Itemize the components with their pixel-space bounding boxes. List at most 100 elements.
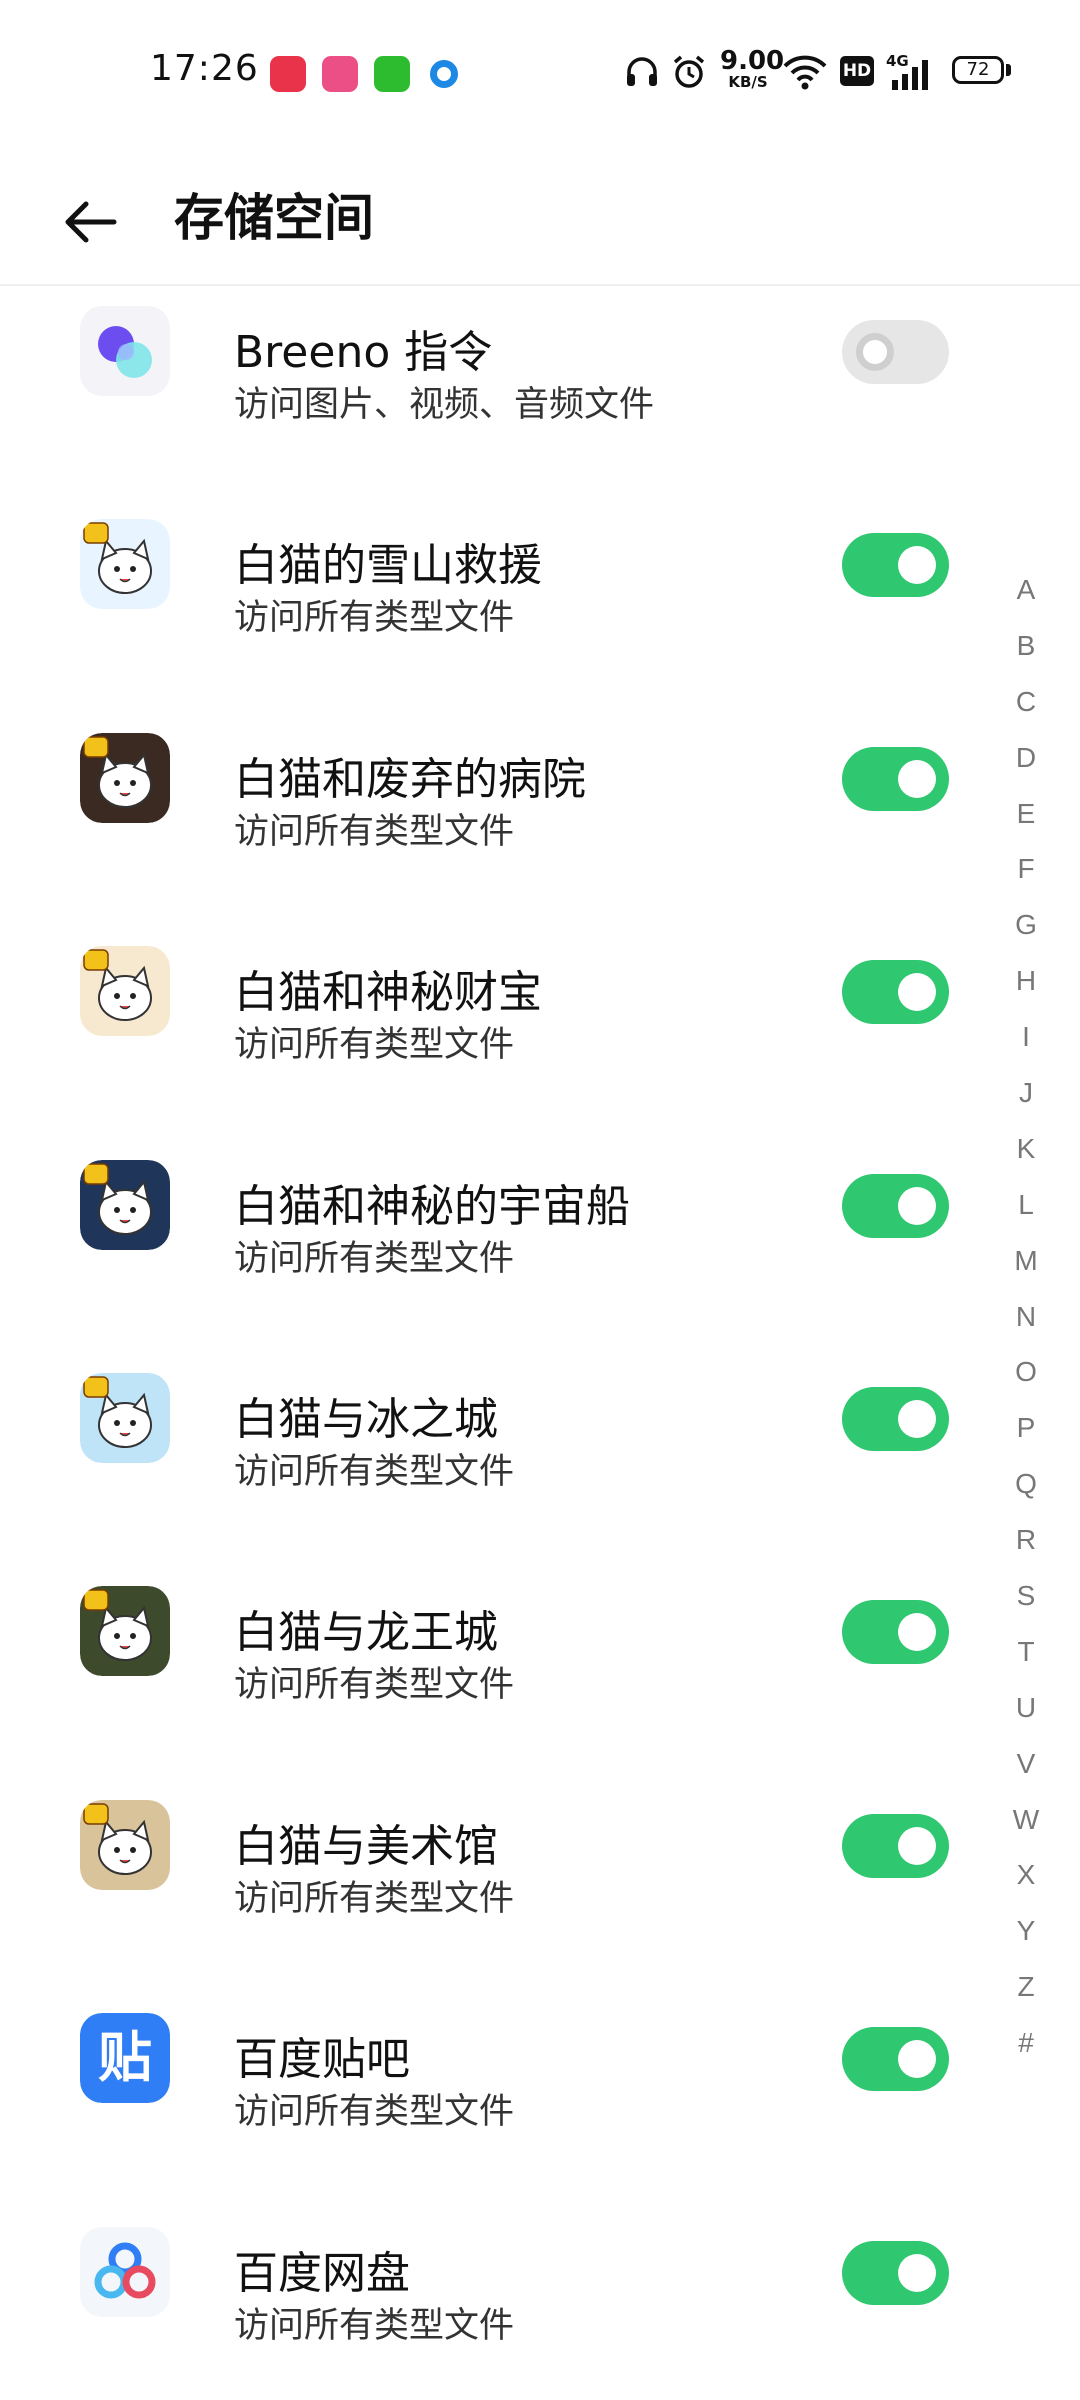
toggle-knob — [898, 1186, 936, 1225]
app-access-description: 访问所有类型文件 — [234, 2305, 515, 2346]
hd-badge: HD — [840, 56, 874, 86]
white-cat-game-icon — [80, 1799, 170, 1890]
white-cat-game-icon — [80, 732, 170, 823]
index-letter[interactable]: T — [1004, 1624, 1048, 1680]
white-cat-game-icon — [80, 1159, 170, 1250]
signal-icon — [892, 60, 928, 90]
app-name: 白猫和神秘的宇宙船 — [234, 1180, 630, 1232]
iqiyi-icon — [374, 56, 410, 92]
app-permission-row[interactable]: 贴 百度贴吧 访问所有类型文件 — [0, 1995, 1000, 2208]
back-button[interactable] — [52, 182, 132, 262]
blue-ring-icon — [430, 60, 458, 88]
battery-tip — [1006, 64, 1011, 76]
access-toggle[interactable] — [842, 2240, 949, 2305]
index-letter[interactable]: C — [1004, 674, 1048, 730]
wifi-icon — [783, 55, 827, 90]
app-access-description: 访问所有类型文件 — [234, 598, 515, 639]
access-toggle[interactable] — [842, 533, 949, 598]
index-letter[interactable]: A — [1004, 562, 1048, 618]
access-toggle[interactable] — [842, 1600, 949, 1665]
index-letter[interactable]: Q — [1004, 1456, 1048, 1512]
app-name: 百度网盘 — [234, 2247, 410, 2299]
bilibili-icon — [322, 56, 358, 92]
index-letter[interactable]: L — [1004, 1177, 1048, 1233]
access-toggle[interactable] — [842, 1387, 949, 1451]
net-speed-unit: KB/S — [728, 73, 768, 91]
index-letter[interactable]: Z — [1004, 1959, 1048, 2015]
index-letter[interactable]: D — [1004, 730, 1048, 786]
index-letter[interactable]: M — [1004, 1233, 1048, 1289]
app-access-description: 访问图片、视频、音频文件 — [234, 385, 655, 425]
index-letter[interactable]: H — [1004, 953, 1048, 1009]
index-letter[interactable]: X — [1004, 1847, 1048, 1903]
page-header: 存储空间 — [0, 140, 1080, 286]
app-permission-row[interactable]: 白猫和神秘的宇宙船 访问所有类型文件 — [0, 1142, 1000, 1355]
toggle-knob — [898, 973, 936, 1012]
app-name: 百度贴吧 — [234, 2034, 410, 2086]
access-toggle[interactable] — [842, 320, 949, 384]
app-name: 白猫与龙王城 — [234, 1607, 498, 1659]
index-letter[interactable]: V — [1004, 1736, 1048, 1792]
index-letter[interactable]: F — [1004, 841, 1048, 897]
app-name: 白猫与冰之城 — [234, 1394, 498, 1445]
app-access-description: 访问所有类型文件 — [234, 1025, 515, 1066]
access-toggle[interactable] — [842, 1813, 949, 1878]
alphabet-index-bar[interactable]: A B C D E F G H I J K L M N O P Q R S T U V W X Y Z # — [1004, 562, 1048, 2071]
access-toggle[interactable] — [842, 746, 949, 811]
app-access-description: 访问所有类型文件 — [234, 1665, 515, 1706]
app-permission-row[interactable]: 白猫和废弃的病院 访问所有类型文件 — [0, 715, 1000, 928]
index-letter[interactable]: S — [1004, 1568, 1048, 1624]
index-letter[interactable]: # — [1004, 2015, 1048, 2071]
arrow-left-icon — [65, 201, 117, 243]
index-letter[interactable]: N — [1004, 1289, 1048, 1345]
index-letter[interactable]: O — [1004, 1344, 1048, 1400]
white-cat-game-icon — [80, 1373, 170, 1463]
screen: 17:26 9.00 KB/S HD 4G 72 存储空间 Breeno 指令 … — [0, 0, 1080, 2400]
app-access-description: 访问所有类型文件 — [234, 1452, 515, 1492]
toggle-knob — [898, 546, 936, 585]
tieba-glyph: 贴 — [98, 2026, 152, 2090]
toggle-knob — [856, 333, 894, 371]
index-letter[interactable]: U — [1004, 1680, 1048, 1736]
index-letter[interactable]: R — [1004, 1512, 1048, 1568]
toggle-knob — [898, 2253, 936, 2292]
index-letter[interactable]: G — [1004, 897, 1048, 953]
toggle-knob — [898, 1826, 936, 1865]
access-toggle[interactable] — [842, 1173, 949, 1238]
app-permission-row[interactable]: 白猫与冰之城访问所有类型文件 — [0, 1355, 1000, 1568]
video-call-icon — [270, 56, 306, 92]
access-toggle[interactable] — [842, 2027, 949, 2092]
app-permission-row[interactable]: 白猫与龙王城访问所有类型文件 — [0, 1568, 1000, 1781]
net-speed: 9.00 KB/S — [720, 46, 785, 91]
index-letter[interactable]: B — [1004, 618, 1048, 674]
app-name: 白猫的雪山救援 — [234, 540, 542, 592]
breeno-icon — [80, 306, 170, 396]
app-name: Breeno 指令 — [234, 327, 493, 378]
app-name: 白猫和神秘财宝 — [234, 967, 542, 1019]
white-cat-game-icon — [80, 946, 170, 1037]
page-title: 存储空间 — [174, 189, 374, 247]
app-permission-row[interactable]: 百度网盘访问所有类型文件 — [0, 2209, 1000, 2400]
app-access-description: 访问所有类型文件 — [234, 811, 515, 852]
index-letter[interactable]: K — [1004, 1121, 1048, 1177]
headphones-icon — [627, 57, 657, 86]
toggle-knob — [898, 2040, 936, 2079]
index-letter[interactable]: E — [1004, 786, 1048, 842]
index-letter[interactable]: W — [1004, 1792, 1048, 1848]
app-name: 白猫与美术馆 — [234, 1820, 498, 1872]
alarm-icon — [673, 55, 705, 88]
app-permission-row[interactable]: Breeno 指令访问图片、视频、音频文件 — [0, 288, 1000, 501]
access-toggle[interactable] — [842, 960, 949, 1025]
app-permission-row[interactable]: 白猫与美术馆访问所有类型文件 — [0, 1782, 1000, 1995]
app-permission-row[interactable]: 白猫和神秘财宝访问所有类型文件 — [0, 928, 1000, 1141]
app-access-description: 访问所有类型文件 — [234, 1878, 515, 1919]
app-permission-row[interactable]: 白猫的雪山救援访问所有类型文件 — [0, 501, 1000, 714]
baidu-netdisk-icon — [80, 2226, 170, 2317]
index-letter[interactable]: J — [1004, 1065, 1048, 1121]
net-speed-value: 9.00 — [720, 46, 785, 76]
index-letter[interactable]: Y — [1004, 1903, 1048, 1959]
white-cat-game-icon — [80, 519, 170, 610]
index-letter[interactable]: I — [1004, 1009, 1048, 1065]
index-letter[interactable]: P — [1004, 1400, 1048, 1456]
battery-icon: 72 — [952, 56, 1004, 84]
